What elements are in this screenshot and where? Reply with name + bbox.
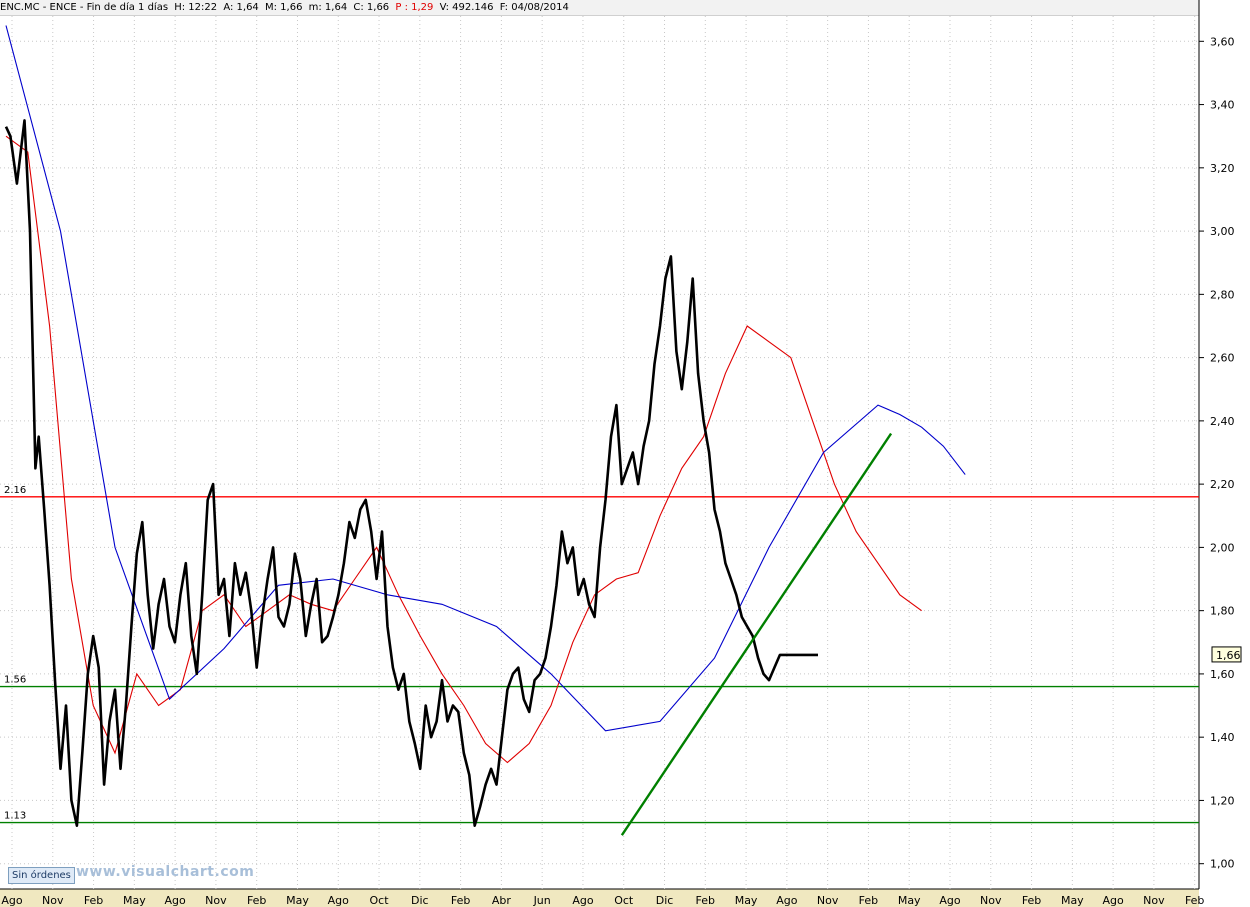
- watermark: www.visualchart.com: [76, 864, 255, 880]
- y-tick-label: 1,00: [1210, 858, 1235, 871]
- x-tick-label: May: [286, 894, 309, 907]
- x-tick-label: Ago: [328, 894, 350, 907]
- y-axis-panel: [1199, 0, 1250, 907]
- x-tick-label: Dic: [411, 894, 429, 907]
- y-tick-label: 2,80: [1210, 288, 1235, 301]
- y-tick-label: 3,00: [1210, 225, 1235, 238]
- level-label: 1.13: [4, 811, 26, 822]
- x-tick-label: Ago: [165, 894, 187, 907]
- x-tick-label: Nov: [1143, 894, 1165, 907]
- x-tick-label: May: [898, 894, 921, 907]
- y-tick-label: 1,60: [1210, 668, 1235, 681]
- x-tick-label: Abr: [492, 894, 512, 907]
- x-tick-label: May: [123, 894, 146, 907]
- y-tick-label: 1,20: [1210, 794, 1235, 807]
- x-tick-label: Ago: [572, 894, 594, 907]
- orders-status-button[interactable]: Sin órdenes: [8, 867, 75, 884]
- x-tick-label: Feb: [84, 894, 103, 907]
- plot-area: [0, 16, 1199, 889]
- x-tick-label: Ago: [1, 894, 23, 907]
- y-tick-label: 3,20: [1210, 162, 1235, 175]
- x-tick-label: Feb: [451, 894, 470, 907]
- x-tick-label: May: [1061, 894, 1084, 907]
- x-tick-label: Nov: [817, 894, 839, 907]
- x-tick-label: Feb: [247, 894, 266, 907]
- y-tick-label: 2,00: [1210, 541, 1235, 554]
- current-value-label: 1,66: [1216, 649, 1241, 662]
- x-tick-label: Nov: [205, 894, 227, 907]
- x-tick-label: Dic: [656, 894, 674, 907]
- y-tick-label: 3,60: [1210, 35, 1235, 48]
- x-tick-label: Ago: [939, 894, 961, 907]
- level-label: 1.56: [4, 675, 26, 686]
- x-tick-label: Feb: [1022, 894, 1041, 907]
- y-tick-label: 2,40: [1210, 415, 1235, 428]
- y-tick-label: 2,20: [1210, 478, 1235, 491]
- y-tick-label: 1,80: [1210, 605, 1235, 618]
- x-tick-label: Nov: [42, 894, 64, 907]
- y-tick-label: 1,40: [1210, 731, 1235, 744]
- x-tick-label: Feb: [1185, 894, 1204, 907]
- y-tick-label: 3,40: [1210, 99, 1235, 112]
- price-chart: 1,00 1,20 1,40 1,60 1,80 2,00 2,20 2,40 2,60 2,80…: [0, 0, 1250, 907]
- x-tick-label: Oct: [614, 894, 634, 907]
- x-tick-label: Nov: [980, 894, 1002, 907]
- x-tick-label: Oct: [370, 894, 390, 907]
- x-tick-label: Ago: [1102, 894, 1124, 907]
- x-tick-label: Feb: [859, 894, 878, 907]
- x-tick-label: Feb: [696, 894, 715, 907]
- level-label: 2.16: [4, 485, 26, 496]
- x-tick-label: Ago: [776, 894, 798, 907]
- x-tick-label: May: [735, 894, 758, 907]
- x-tick-label: Jun: [533, 894, 551, 907]
- y-tick-label: 2,60: [1210, 352, 1235, 365]
